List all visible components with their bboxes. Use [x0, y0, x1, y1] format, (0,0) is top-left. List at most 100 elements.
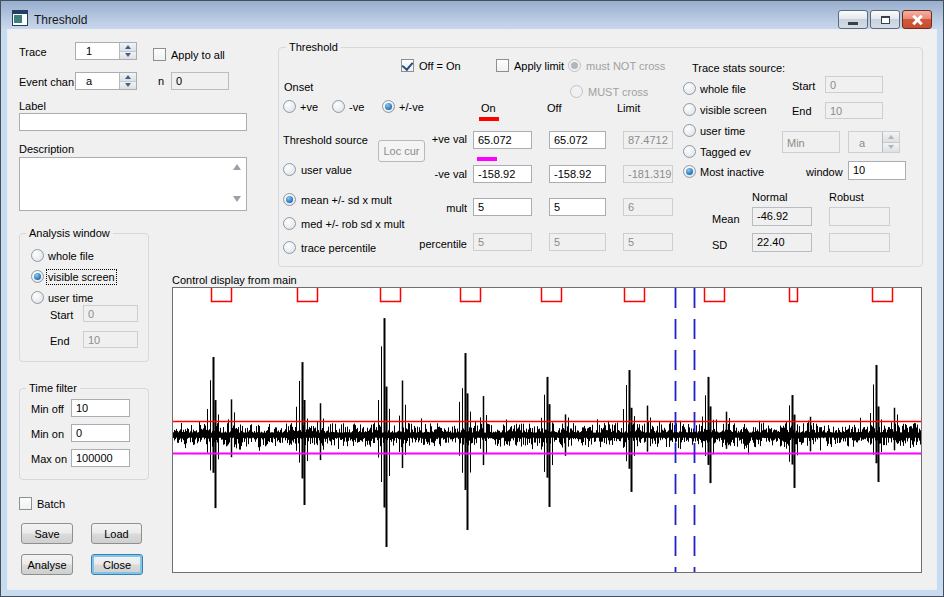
neg-on-field[interactable]: -158.92	[473, 165, 532, 183]
pos-on-field[interactable]: 65.072	[473, 131, 532, 149]
trace-spin-down-icon[interactable]	[120, 52, 136, 60]
maximize-icon	[881, 16, 890, 24]
mult-label: mult	[412, 202, 467, 214]
neg-off-field[interactable]: -158.92	[549, 165, 606, 183]
stats-tagged-ev-radio[interactable]	[683, 145, 696, 158]
source-user-value-label: user value	[301, 164, 352, 176]
min-on-label: Min on	[31, 428, 64, 440]
apply-to-all-checkbox[interactable]	[153, 48, 166, 61]
trace-stats-source-label: Trace stats source:	[692, 62, 785, 74]
analysis-visible-screen-radio[interactable]	[31, 270, 44, 283]
pos-off-field[interactable]: 65.072	[549, 131, 606, 149]
onset-pos-radio[interactable]	[283, 100, 296, 113]
batch-checkbox[interactable]	[19, 497, 32, 510]
mult-off-field[interactable]: 5	[549, 198, 606, 216]
stats-tagged-ev-label: Tagged ev	[700, 146, 751, 158]
n-count-field: 0	[171, 72, 229, 90]
min-off-field[interactable]: 10	[71, 399, 130, 417]
apply-limit-checkbox[interactable]	[496, 59, 509, 72]
stats-visible-screen-radio[interactable]	[683, 103, 696, 116]
stats-chan-spinner: a	[848, 131, 900, 153]
event-chan-label: Event chan	[19, 76, 74, 88]
stats-normal-header: Normal	[752, 191, 787, 203]
source-med-rob-radio[interactable]	[283, 217, 296, 230]
onset-neg-label: -ve	[349, 101, 364, 113]
app-icon	[12, 10, 28, 26]
source-trace-percentile-label: trace percentile	[301, 242, 376, 254]
analysis-whole-file-radio[interactable]	[31, 249, 44, 262]
stats-start-label: Start	[792, 80, 815, 92]
trace-value: 1	[76, 43, 119, 59]
batch-label: Batch	[37, 498, 65, 510]
stats-whole-file-label: whole file	[700, 83, 746, 95]
load-button[interactable]: Load	[91, 523, 142, 544]
analysis-end-field: 10	[83, 331, 138, 348]
stats-user-time-label: user time	[700, 125, 745, 137]
stats-mean-robust-field	[829, 207, 890, 226]
label-input[interactable]	[19, 113, 247, 131]
neg-threshold-color-swatch	[477, 157, 497, 161]
onset-neg-radio[interactable]	[332, 100, 345, 113]
off-eq-on-checkbox[interactable]	[401, 59, 414, 72]
mult-limit-field: 6	[623, 198, 673, 216]
max-on-label: Max on	[31, 453, 67, 465]
apply-to-all-label: Apply to all	[171, 49, 225, 61]
description-scroll-up-icon[interactable]	[233, 164, 241, 170]
save-button[interactable]: Save	[21, 523, 73, 544]
min-on-field[interactable]: 0	[71, 424, 130, 442]
minimize-button[interactable]	[838, 10, 868, 29]
stats-mean-label: Mean	[712, 213, 740, 225]
maximize-button[interactable]	[870, 10, 900, 29]
source-user-value-radio[interactable]	[283, 163, 296, 176]
stats-start-field: 0	[825, 76, 883, 93]
event-chan-spin-up-icon[interactable]	[120, 73, 136, 82]
min-off-label: Min off	[31, 403, 64, 415]
source-trace-percentile-radio[interactable]	[283, 241, 296, 254]
trace-spinner[interactable]: 1	[75, 42, 137, 60]
event-chan-spinner[interactable]: a	[75, 72, 137, 90]
description-input[interactable]	[19, 157, 247, 211]
stats-robust-header: Robust	[829, 191, 864, 203]
source-mean-sd-radio[interactable]	[283, 193, 296, 206]
analysis-visible-screen-label: visible screen	[48, 271, 115, 283]
stats-most-inactive-radio[interactable]	[683, 165, 696, 178]
source-med-rob-label: med +/- rob sd x mult	[301, 218, 405, 230]
stats-end-field: 10	[825, 102, 883, 119]
control-display-canvas[interactable]	[173, 288, 921, 572]
trace-spin-up-icon[interactable]	[120, 43, 136, 52]
stats-most-inactive-label: Most inactive	[700, 166, 764, 178]
analysis-start-field: 0	[83, 305, 138, 322]
onset-both-label: +/-ve	[399, 101, 424, 113]
stats-sd-normal-field: 22.40	[752, 233, 812, 252]
description-scroll-down-icon[interactable]	[233, 196, 241, 202]
stats-window-field[interactable]: 10	[848, 161, 906, 180]
time-filter-title: Time filter	[26, 382, 80, 394]
stats-min-combo: Min	[782, 131, 840, 153]
title-bar[interactable]: Threshold	[1, 1, 943, 30]
analysis-start-label: Start	[50, 309, 73, 321]
stats-chan-value: a	[849, 132, 882, 152]
analyse-button[interactable]: Analyse	[21, 554, 73, 575]
onset-both-radio[interactable]	[382, 100, 395, 113]
off-eq-on-label: Off = On	[419, 60, 461, 72]
close-window-button[interactable]	[902, 10, 932, 29]
analysis-user-time-radio[interactable]	[31, 291, 44, 304]
max-on-field[interactable]: 100000	[71, 449, 130, 467]
onset-label: Onset	[284, 81, 313, 93]
event-chan-spin-down-icon[interactable]	[120, 82, 136, 90]
analysis-whole-file-label: whole file	[48, 250, 94, 262]
mult-on-field[interactable]: 5	[473, 198, 532, 216]
must-not-cross-label: must NOT cross	[586, 60, 665, 72]
close-button[interactable]: Close	[91, 554, 143, 575]
onset-pos-label: +ve	[300, 101, 318, 113]
description-label: Description	[19, 143, 74, 155]
close-icon	[912, 15, 922, 25]
analysis-window-title: Analysis window	[26, 227, 113, 239]
stats-user-time-radio[interactable]	[683, 124, 696, 137]
control-display-caption: Control display from main	[172, 274, 297, 286]
col-on-header: On	[481, 102, 496, 114]
neg-val-label: -ve val	[412, 168, 467, 180]
threshold-group-title: Threshold	[286, 41, 341, 53]
stats-whole-file-radio[interactable]	[683, 82, 696, 95]
control-display[interactable]	[172, 287, 922, 573]
